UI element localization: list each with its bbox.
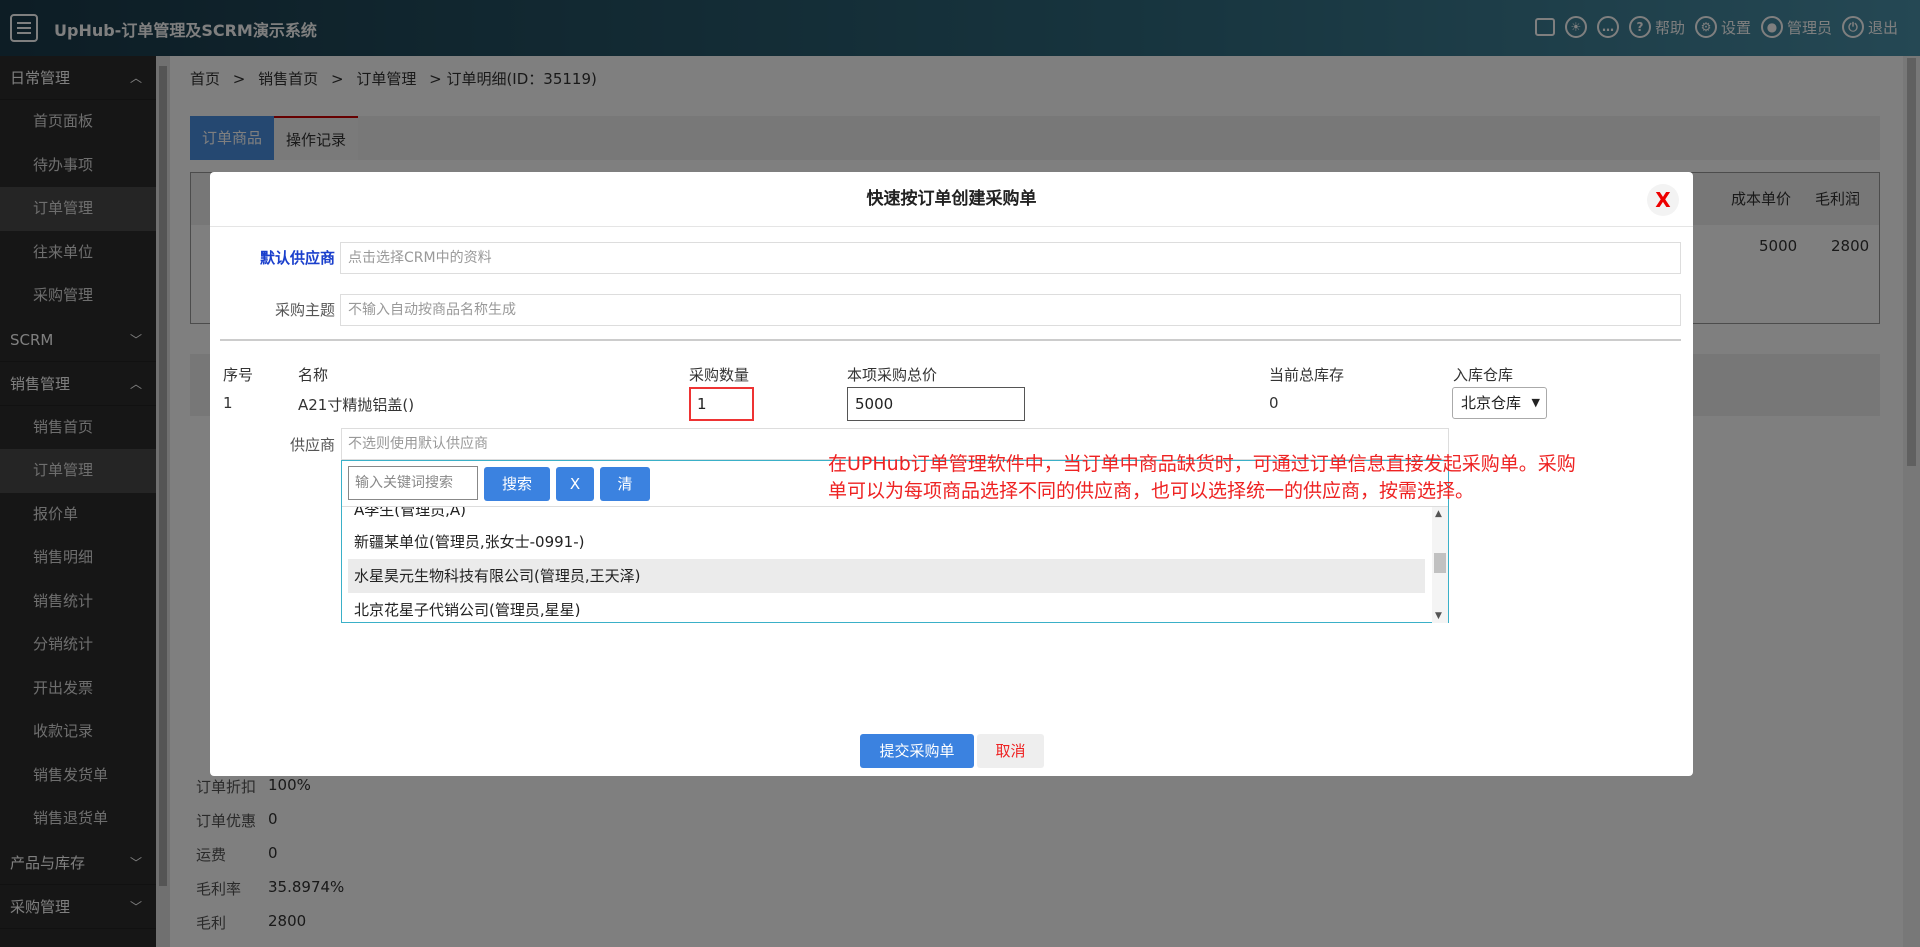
scroll-thumb[interactable] bbox=[1434, 553, 1446, 573]
column-header-qty: 采购数量 bbox=[689, 366, 750, 384]
warehouse-value: 北京仓库 bbox=[1461, 394, 1522, 412]
supplier-option[interactable]: 北京花星子代销公司(管理员,星星) bbox=[348, 593, 1425, 623]
close-button[interactable]: X bbox=[1647, 184, 1679, 216]
column-header-no: 序号 bbox=[223, 366, 254, 384]
dropdown-scrollbar[interactable]: ▲ ▼ bbox=[1432, 507, 1448, 623]
chevron-down-icon: ▼ bbox=[1531, 396, 1540, 409]
supplier-option[interactable]: 新疆某单位(管理员,张女士-0991-) bbox=[348, 525, 1425, 559]
column-header-stock: 当前总库存 bbox=[1269, 366, 1345, 384]
cancel-button[interactable]: 取消 bbox=[977, 734, 1044, 768]
search-button[interactable]: 搜索 bbox=[484, 467, 550, 501]
column-header-warehouse: 入库仓库 bbox=[1453, 366, 1514, 384]
options-list: A李生(管理员,A) 新疆某单位(管理员,张女士-0991-) 水星昊元生物科技… bbox=[342, 507, 1448, 623]
supplier-option[interactable]: A李生(管理员,A) bbox=[348, 507, 1425, 527]
modal-title: 快速按订单创建采购单 bbox=[210, 172, 1693, 227]
create-purchase-modal: 快速按订单创建采购单 X 默认供应商 点击选择CRM中的资料 采购主题 不输入自… bbox=[210, 172, 1693, 776]
clear-button[interactable]: 清 bbox=[600, 467, 650, 501]
subject-input[interactable]: 不输入自动按商品名称生成 bbox=[340, 294, 1681, 326]
submit-purchase-button[interactable]: 提交采购单 bbox=[860, 734, 974, 768]
row-stock: 0 bbox=[1269, 394, 1279, 412]
clear-x-button[interactable]: X bbox=[556, 467, 594, 501]
supplier-option[interactable]: 水星昊元生物科技有限公司(管理员,王天泽) bbox=[348, 559, 1425, 593]
divider bbox=[220, 339, 1681, 341]
total-price-input[interactable]: 5000 bbox=[847, 387, 1025, 421]
scroll-up-icon[interactable]: ▲ bbox=[1435, 509, 1442, 519]
row-product-name: A21寸精抛铝盖() bbox=[298, 396, 415, 414]
keyword-search-input[interactable]: 输入关键词搜索 bbox=[348, 466, 478, 500]
column-header-name: 名称 bbox=[298, 366, 329, 384]
scroll-down-icon[interactable]: ▼ bbox=[1435, 611, 1442, 621]
quantity-input[interactable]: 1 bbox=[689, 387, 754, 421]
annotation-note: 在UPHub订单管理软件中，当订单中商品缺货时，可通过订单信息直接发起采购单。采… bbox=[828, 453, 1576, 502]
supplier-label: 供应商 bbox=[289, 436, 335, 454]
subject-label: 采购主题 bbox=[274, 301, 335, 319]
default-supplier-label: 默认供应商 bbox=[259, 249, 335, 267]
warehouse-select[interactable]: 北京仓库 ▼ bbox=[1452, 387, 1547, 419]
row-no: 1 bbox=[223, 394, 233, 412]
default-supplier-input[interactable]: 点击选择CRM中的资料 bbox=[340, 242, 1681, 274]
column-header-total: 本项采购总价 bbox=[847, 366, 938, 384]
